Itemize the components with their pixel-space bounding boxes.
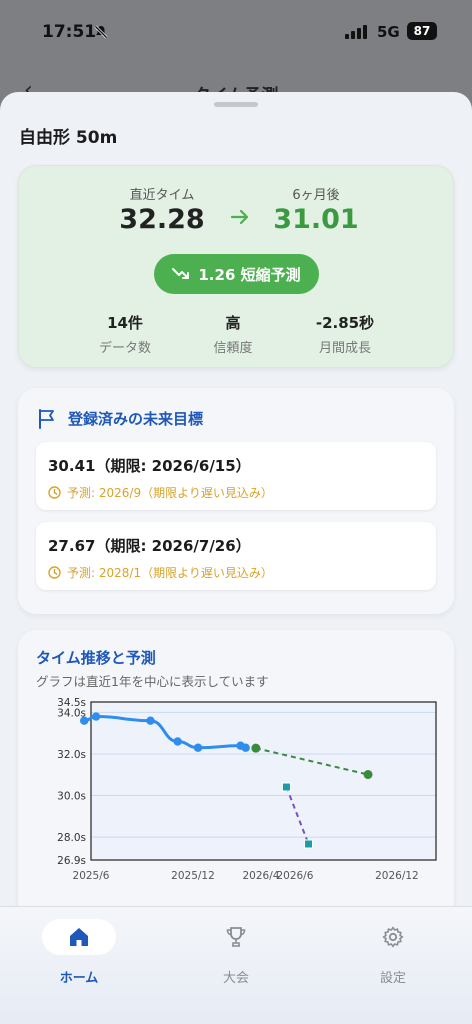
- gear-icon: [382, 926, 404, 948]
- stat-reliability: 高 信頼度: [178, 312, 288, 356]
- signal-icon: [345, 25, 367, 39]
- tab-label: 設定: [379, 971, 406, 986]
- time-trend-chart[interactable]: 34.5s34.0s32.0s30.0s28.0s26.9s2025/6 2025…: [18, 692, 454, 892]
- home-icon: [70, 928, 88, 946]
- plot-area: [91, 702, 436, 860]
- stat-label: データ数: [98, 341, 151, 356]
- trend-down-icon: [172, 268, 190, 279]
- tab-tournament[interactable]: 大会: [171, 915, 301, 986]
- y-tick-label: 28.0s: [57, 832, 86, 844]
- clock-icon: [48, 486, 61, 499]
- goal-prediction: 予測: 2026/9（期限より遅い見込み）: [48, 484, 273, 501]
- goal-target: 27.67（期限: 2026/7/26）: [48, 537, 251, 555]
- goal-prediction: 予測: 2028/1（期限より遅い見込み）: [48, 564, 273, 581]
- prediction-sheet: 自由形 50m 直近タイム 32.28 6ヶ月後 31.01 1.26 短縮予測…: [0, 92, 472, 1024]
- actual-time-point: [241, 743, 250, 752]
- actual-time-point: [146, 716, 155, 725]
- stat-data-count: 14件 データ数: [70, 312, 180, 356]
- stat-value: 高: [225, 314, 241, 332]
- prediction-summary-card: 直近タイム 32.28 6ヶ月後 31.01 1.26 短縮予測 14件 データ…: [18, 165, 454, 368]
- tab-home[interactable]: ホーム: [14, 915, 144, 986]
- goals-header: 登録済みの未来目標: [38, 408, 203, 429]
- status-time: 17:51: [42, 22, 97, 42]
- chart-subtitle: グラフは直近1年を中心に表示しています: [36, 674, 269, 689]
- tab-label: ホーム: [59, 971, 99, 986]
- x-tick-label: 2026/12: [375, 870, 419, 882]
- trophy-icon: [226, 927, 246, 947]
- improvement-badge: 1.26 短縮予測: [154, 254, 319, 294]
- y-tick-label: 26.9s: [57, 855, 86, 867]
- bell-muted-icon: [94, 25, 108, 39]
- actual-time-point: [91, 712, 101, 721]
- goal-item[interactable]: 27.67（期限: 2026/7/26） 予測: 2028/1（期限より遅い見込…: [36, 522, 436, 590]
- status-bar: 17:51 5G 87: [0, 0, 472, 62]
- recent-time-label: 直近タイム: [129, 188, 195, 203]
- clock-icon: [48, 566, 61, 579]
- y-tick-label: 32.0s: [57, 749, 86, 761]
- tab-label: 大会: [222, 971, 249, 986]
- battery-indicator: 87: [407, 22, 437, 40]
- chart-title: タイム推移と予測: [36, 649, 156, 667]
- actual-time-point: [80, 716, 89, 725]
- x-tick-label: 2025/6: [73, 870, 110, 882]
- goal-marker: [304, 839, 314, 849]
- stat-value: 14件: [107, 314, 143, 332]
- actual-time-point: [193, 743, 203, 752]
- goal-marker: [281, 782, 291, 792]
- forecast-point: [251, 743, 261, 753]
- future-time-value: 31.01: [273, 204, 359, 235]
- goal-target: 30.41（期限: 2026/6/15）: [48, 457, 251, 475]
- improvement-text: 1.26 短縮予測: [198, 265, 301, 284]
- tab-settings[interactable]: 設定: [328, 915, 458, 986]
- y-tick-label: 30.0s: [57, 791, 86, 803]
- x-tick-label: 2026/4: [242, 870, 279, 882]
- event-title: 自由形 50m: [19, 128, 118, 148]
- x-tick-label: 2025/12: [171, 870, 215, 882]
- future-goals-card: 登録済みの未来目標 30.41（期限: 2026/6/15） 予測: 2026/…: [18, 388, 454, 614]
- goals-title: 登録済みの未来目標: [68, 410, 204, 428]
- stat-value: -2.85秒: [315, 314, 375, 332]
- forecast-point: [363, 770, 373, 780]
- flag-icon: [39, 408, 54, 429]
- x-tick-label: 2026/6: [276, 870, 313, 882]
- time-trend-card: タイム推移と予測 グラフは直近1年を中心に表示しています 34.5s 34.0s 3…: [18, 630, 454, 950]
- future-time-label: 6ヶ月後: [292, 188, 340, 203]
- tab-bar: ホーム 大会 設定: [0, 906, 472, 1024]
- goal-item[interactable]: 30.41（期限: 2026/6/15） 予測: 2026/9（期限より遅い見込…: [36, 442, 436, 510]
- stat-monthly-growth: -2.85秒 月間成長: [290, 312, 400, 356]
- stat-label: 月間成長: [318, 341, 371, 356]
- network-type: 5G: [377, 23, 400, 41]
- recent-time-value: 32.28: [119, 204, 205, 235]
- sheet-grabber[interactable]: [214, 102, 258, 107]
- goal-prediction-text: 予測: 2028/1（期限より遅い見込み）: [67, 566, 273, 580]
- goal-prediction-text: 予測: 2026/9（期限より遅い見込み）: [67, 486, 273, 500]
- stat-label: 信頼度: [213, 341, 253, 356]
- actual-time-point: [173, 737, 182, 746]
